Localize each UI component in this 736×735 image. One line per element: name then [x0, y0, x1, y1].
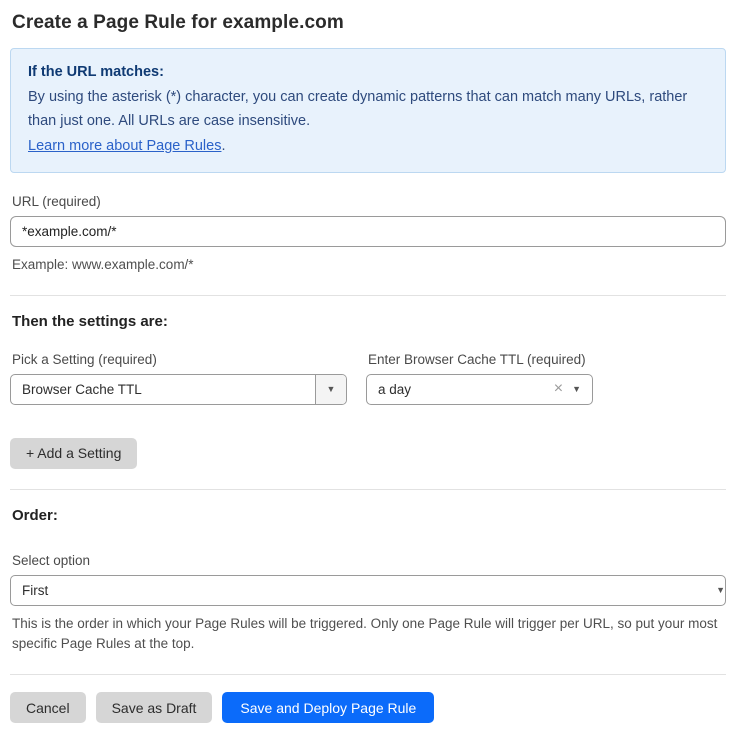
footer-actions: Cancel Save as Draft Save and Deploy Pag…: [10, 692, 726, 723]
info-callout-body: By using the asterisk (*) character, you…: [28, 85, 708, 134]
url-field-label: URL (required): [12, 194, 726, 209]
order-section-heading: Order:: [12, 507, 726, 524]
clear-icon[interactable]: ×: [548, 381, 572, 397]
pick-setting-dropdown[interactable]: Browser Cache TTL ▼: [10, 374, 347, 405]
info-callout-heading: If the URL matches:: [28, 60, 708, 85]
ttl-setting-dropdown[interactable]: a day × ▼: [366, 374, 593, 405]
url-match-info-callout: If the URL matches: By using the asteris…: [10, 48, 726, 173]
section-divider: [10, 295, 726, 296]
pick-setting-label: Pick a Setting (required): [12, 352, 347, 367]
pick-setting-column: Pick a Setting (required) Browser Cache …: [10, 352, 347, 405]
url-example-hint: Example: www.example.com/*: [12, 255, 726, 275]
pick-setting-value: Browser Cache TTL: [11, 382, 315, 397]
order-dropdown[interactable]: First ▼: [10, 575, 726, 606]
ttl-setting-value: a day: [367, 382, 548, 397]
section-divider: [10, 674, 726, 675]
chevron-down-icon: ▼: [572, 385, 592, 394]
ttl-setting-column: Enter Browser Cache TTL (required) a day…: [366, 352, 593, 405]
page-title: Create a Page Rule for example.com: [12, 12, 726, 34]
chevron-down-icon: ▼: [327, 385, 336, 394]
order-help-text: This is the order in which your Page Rul…: [12, 614, 726, 655]
pick-setting-arrow-cell[interactable]: ▼: [315, 375, 346, 404]
save-and-deploy-button[interactable]: Save and Deploy Page Rule: [222, 692, 434, 723]
settings-row: Pick a Setting (required) Browser Cache …: [10, 352, 726, 405]
save-as-draft-button[interactable]: Save as Draft: [96, 692, 213, 723]
cancel-button[interactable]: Cancel: [10, 692, 86, 723]
add-setting-button[interactable]: + Add a Setting: [10, 438, 137, 469]
order-select-label: Select option: [12, 553, 726, 568]
url-input[interactable]: [10, 216, 726, 247]
info-callout-link-line: Learn more about Page Rules.: [28, 134, 708, 159]
chevron-down-icon: ▼: [716, 586, 725, 595]
link-suffix-period: .: [221, 138, 225, 154]
section-divider: [10, 489, 726, 490]
settings-section-heading: Then the settings are:: [12, 313, 726, 330]
ttl-setting-label: Enter Browser Cache TTL (required): [368, 352, 593, 367]
order-dropdown-value: First: [11, 583, 716, 598]
learn-more-link[interactable]: Learn more about Page Rules: [28, 138, 221, 154]
